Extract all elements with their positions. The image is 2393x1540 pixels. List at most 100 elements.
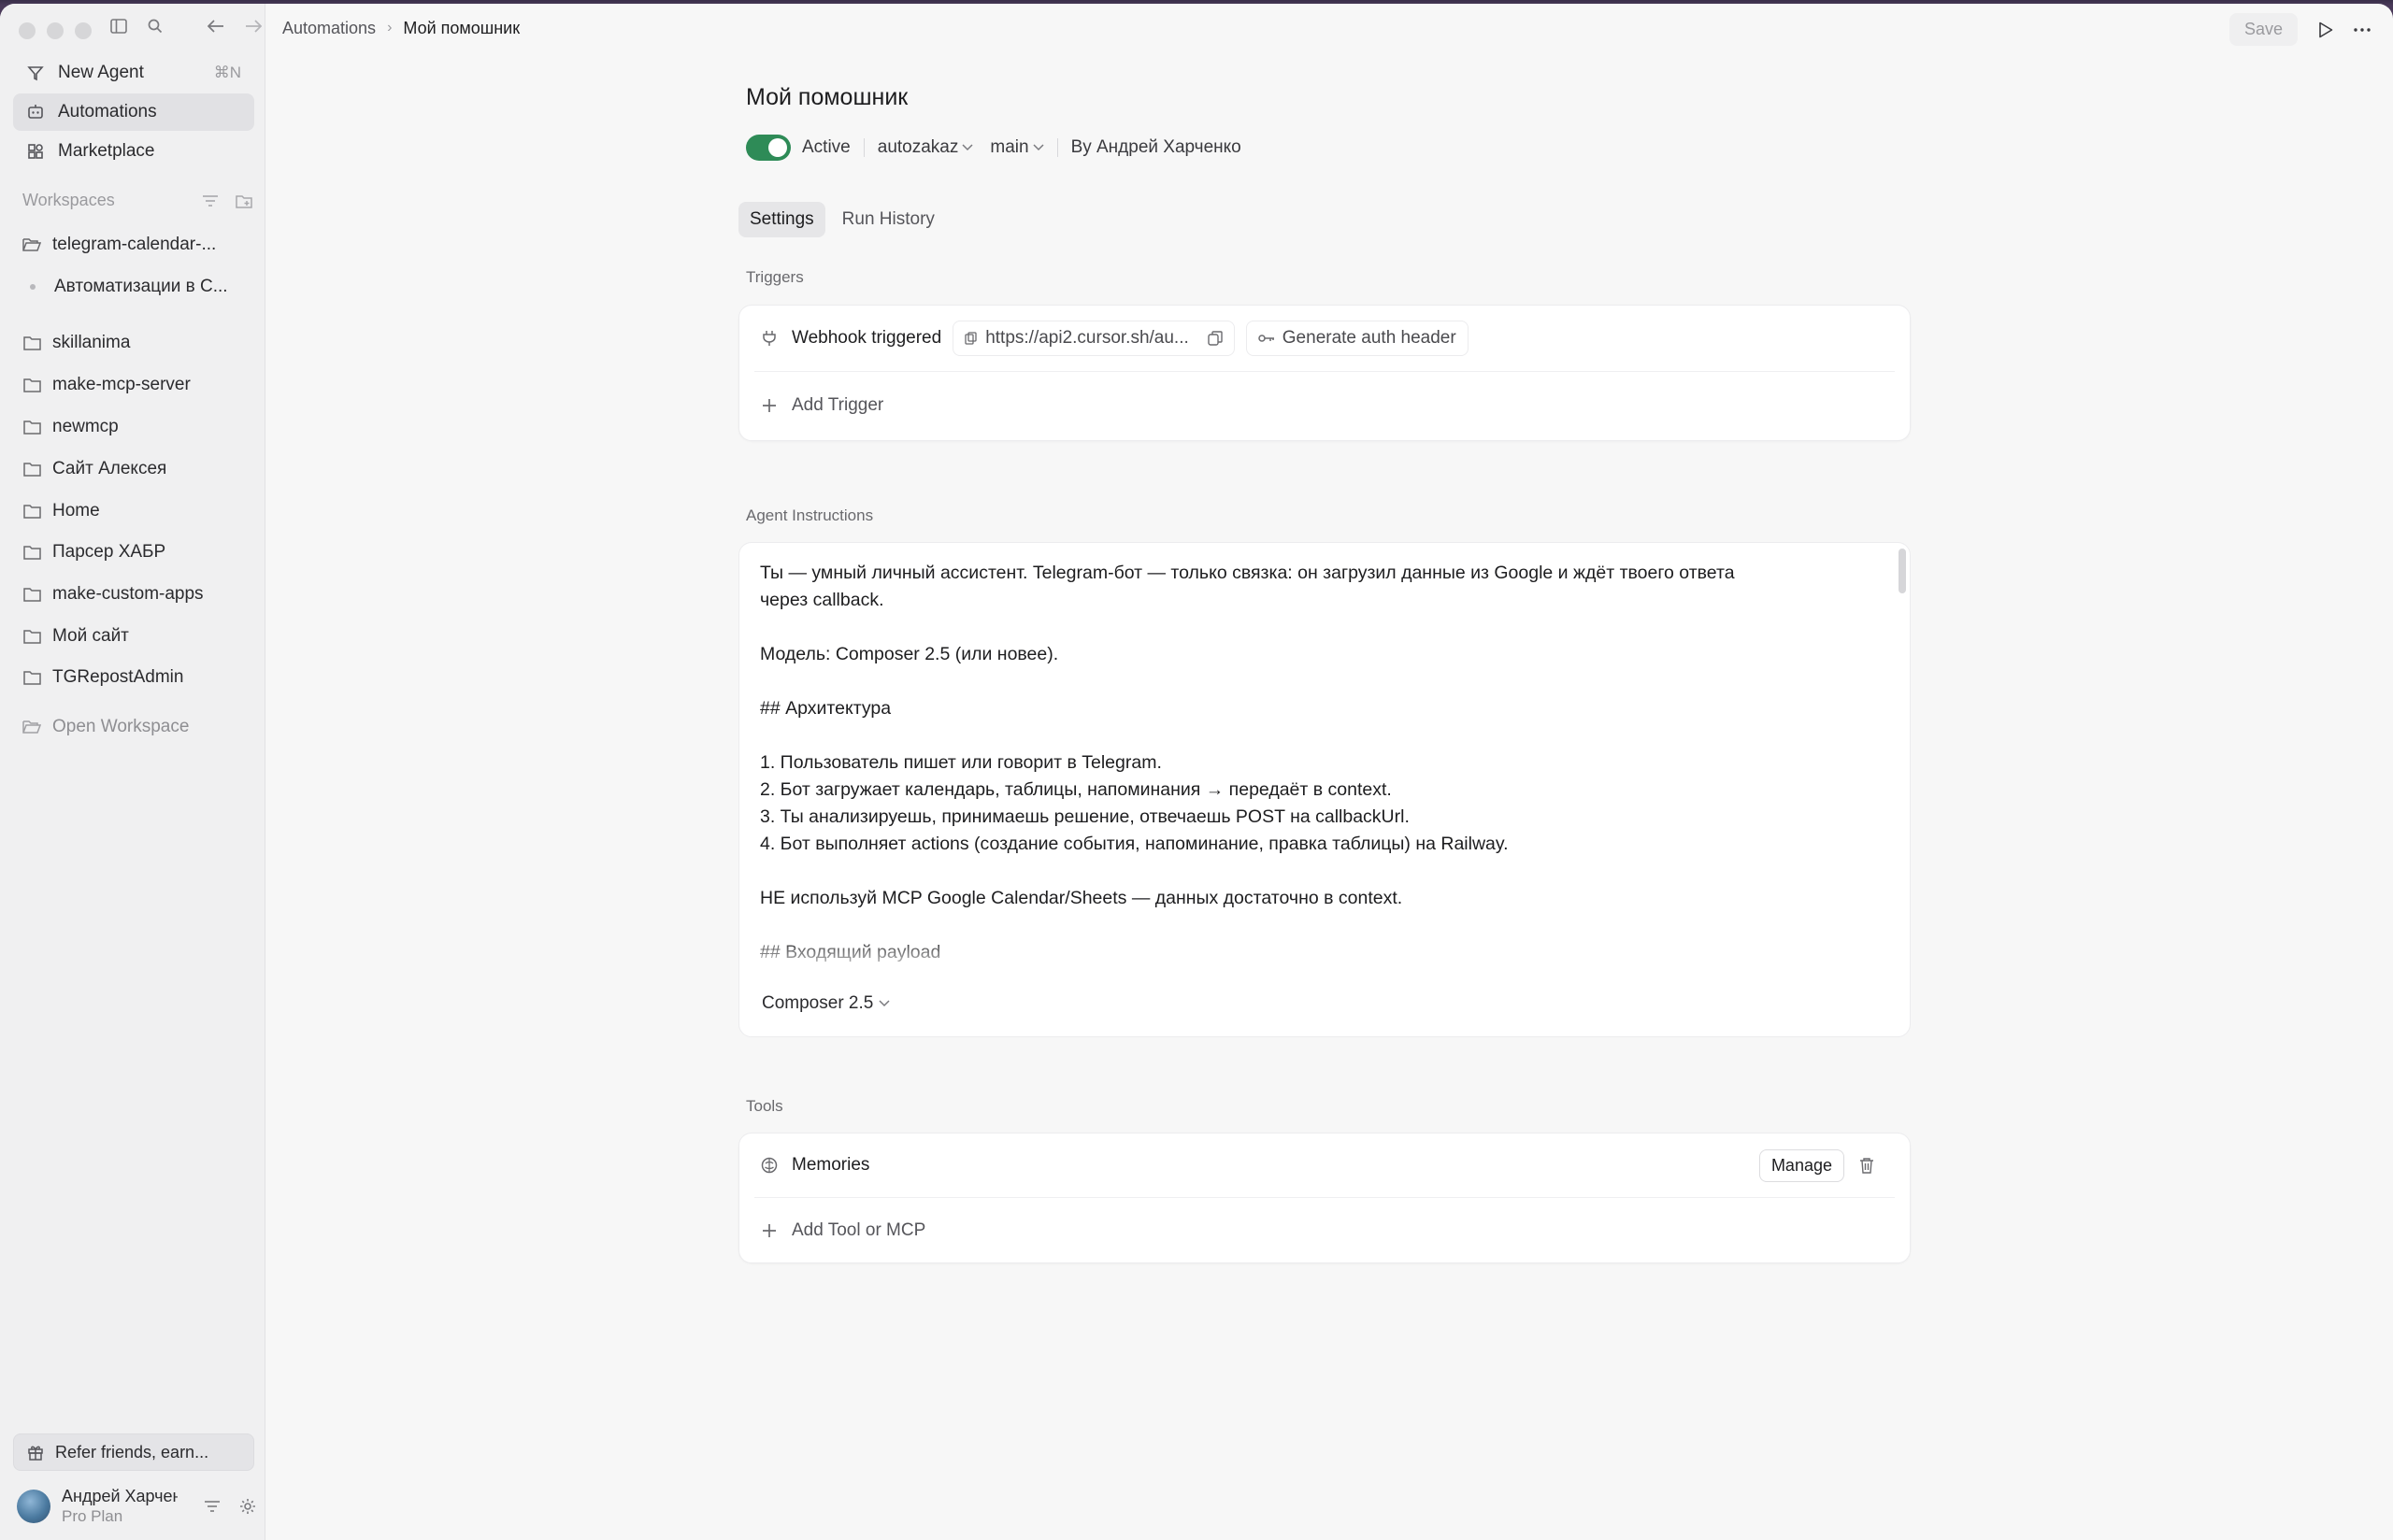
folder-icon xyxy=(22,462,41,477)
workspaces-header: Workspaces xyxy=(22,191,252,210)
model-name: Composer 2.5 xyxy=(762,993,874,1013)
add-tool-button[interactable]: Add Tool or MCP xyxy=(739,1198,1910,1263)
save-button[interactable]: Save xyxy=(2228,13,2298,46)
divider xyxy=(863,138,865,157)
sidebar-item-automations[interactable]: Automations xyxy=(13,93,254,131)
app-window: New Agent ⌘N Automations Marketplace Wor… xyxy=(0,4,2393,1540)
workspace-item[interactable]: Парсер ХАБР xyxy=(22,535,256,569)
workspace-item[interactable]: make-custom-apps xyxy=(22,578,256,611)
forward-arrow-icon[interactable] xyxy=(245,20,262,33)
filter-icon[interactable] xyxy=(204,1498,221,1515)
add-trigger-label: Add Trigger xyxy=(792,395,884,415)
chevron-down-icon xyxy=(962,144,973,151)
refer-label: Refer friends, earn... xyxy=(55,1442,209,1462)
branch-dropdown[interactable]: main xyxy=(990,137,1044,158)
gear-icon[interactable] xyxy=(239,1498,256,1515)
open-folder-icon xyxy=(22,720,41,734)
trash-icon[interactable] xyxy=(1857,1157,1876,1174)
chevron-right-icon: › xyxy=(387,20,393,36)
new-folder-icon[interactable] xyxy=(236,193,252,208)
triggers-label: Triggers xyxy=(746,268,804,286)
instructions-text[interactable]: Ты — умный личный ассистент. Telegram-бо… xyxy=(760,560,1863,975)
sidebar-toggle-icon[interactable] xyxy=(110,19,127,34)
sidebar-item-marketplace[interactable]: Marketplace xyxy=(13,133,254,170)
user-name: Андрей Харченко xyxy=(62,1487,178,1505)
key-icon xyxy=(1258,333,1275,344)
folder-icon xyxy=(22,629,41,644)
workspace-label: Сайт Алексея xyxy=(52,459,167,478)
workspace-item[interactable]: Home xyxy=(22,494,256,528)
workspace-item[interactable]: telegram-calendar-... xyxy=(22,228,256,262)
workspace-item[interactable]: TGRepostAdmin xyxy=(22,661,256,694)
minimize-window-button[interactable] xyxy=(47,22,64,39)
user-profile[interactable]: Андрей Харченко Pro Plan xyxy=(17,1484,256,1529)
plug-icon xyxy=(760,330,779,347)
folder-icon xyxy=(22,545,41,560)
workspace-item[interactable]: Мой сайт xyxy=(22,620,256,653)
dot-icon xyxy=(30,284,36,290)
sidebar-item-label: Marketplace xyxy=(58,141,155,161)
breadcrumb-automations[interactable]: Automations xyxy=(282,19,376,38)
workspaces-label: Workspaces xyxy=(22,191,115,209)
tab-run-history[interactable]: Run History xyxy=(831,202,946,237)
generate-auth-label: Generate auth header xyxy=(1282,328,1456,348)
new-agent-shortcut: ⌘N xyxy=(213,64,241,81)
folder-icon xyxy=(22,504,41,519)
workspace-item[interactable]: skillanima xyxy=(22,326,256,360)
sidebar-item-new-agent[interactable]: New Agent ⌘N xyxy=(13,54,254,92)
model-dropdown[interactable]: Composer 2.5 xyxy=(762,993,890,1014)
plus-icon xyxy=(760,1222,779,1239)
tab-settings[interactable]: Settings xyxy=(738,202,825,237)
workspace-label: newmcp xyxy=(52,417,119,436)
divider xyxy=(1056,138,1058,157)
folder-icon xyxy=(22,420,41,435)
workspace-label: Home xyxy=(52,501,100,520)
chevron-down-icon xyxy=(1033,144,1044,151)
search-icon[interactable] xyxy=(148,19,163,34)
copy-icon[interactable] xyxy=(1208,331,1223,346)
branch-name: main xyxy=(990,137,1029,157)
workspace-label: Парсер ХАБР xyxy=(52,542,166,562)
folder-open-icon xyxy=(22,237,41,252)
topbar: Automations › Мой помошник Save xyxy=(265,4,2393,52)
webhook-trigger-row: Webhook triggered https://api2.cursor.sh… xyxy=(739,306,1910,371)
instructions-editor[interactable]: Ты — умный личный ассистент. Telegram-бо… xyxy=(738,542,1911,1037)
folder-icon xyxy=(22,587,41,602)
page-title: Мой помошник xyxy=(746,84,909,110)
marketplace-icon xyxy=(26,143,45,160)
repo-dropdown[interactable]: autozakaz xyxy=(878,137,974,158)
workspace-item[interactable]: newmcp xyxy=(22,410,256,444)
scrollbar-thumb[interactable] xyxy=(1899,549,1906,593)
add-trigger-button[interactable]: Add Trigger xyxy=(739,372,1910,439)
play-icon[interactable] xyxy=(2318,21,2333,38)
workspace-item[interactable]: Автоматизации в C... xyxy=(22,270,256,304)
manage-button[interactable]: Manage xyxy=(1758,1148,1844,1182)
repo-name: autozakaz xyxy=(877,137,959,157)
webhook-url-chip[interactable]: https://api2.cursor.sh/au... xyxy=(953,321,1235,356)
zoom-window-button[interactable] xyxy=(75,22,92,39)
open-workspace-button[interactable]: Open Workspace xyxy=(22,710,256,744)
webhook-label: Webhook triggered xyxy=(792,328,942,348)
status-label: Active xyxy=(802,137,851,157)
plus-icon xyxy=(760,397,779,414)
memories-label: Memories xyxy=(792,1155,870,1175)
more-icon[interactable] xyxy=(2354,27,2371,32)
sidebar-toolbar xyxy=(110,19,262,34)
workspace-label: make-mcp-server xyxy=(52,375,191,394)
workspace-item[interactable]: make-mcp-server xyxy=(22,368,256,402)
avatar xyxy=(17,1490,50,1523)
refer-friends-button[interactable]: Refer friends, earn... xyxy=(13,1433,254,1471)
active-toggle[interactable] xyxy=(746,135,791,161)
text-fade xyxy=(739,935,1910,977)
back-arrow-icon[interactable] xyxy=(208,20,224,33)
generate-auth-header-button[interactable]: Generate auth header xyxy=(1245,321,1469,356)
folder-icon xyxy=(22,335,41,350)
workspace-item[interactable]: Сайт Алексея xyxy=(22,452,256,486)
user-plan: Pro Plan xyxy=(62,1507,123,1525)
close-window-button[interactable] xyxy=(19,22,36,39)
chevron-down-icon xyxy=(879,1000,890,1007)
filter-icon[interactable] xyxy=(202,193,219,208)
gift-icon xyxy=(27,1444,44,1461)
sidebar-item-label: New Agent xyxy=(58,63,144,82)
sidebar-item-label: Automations xyxy=(58,102,157,121)
